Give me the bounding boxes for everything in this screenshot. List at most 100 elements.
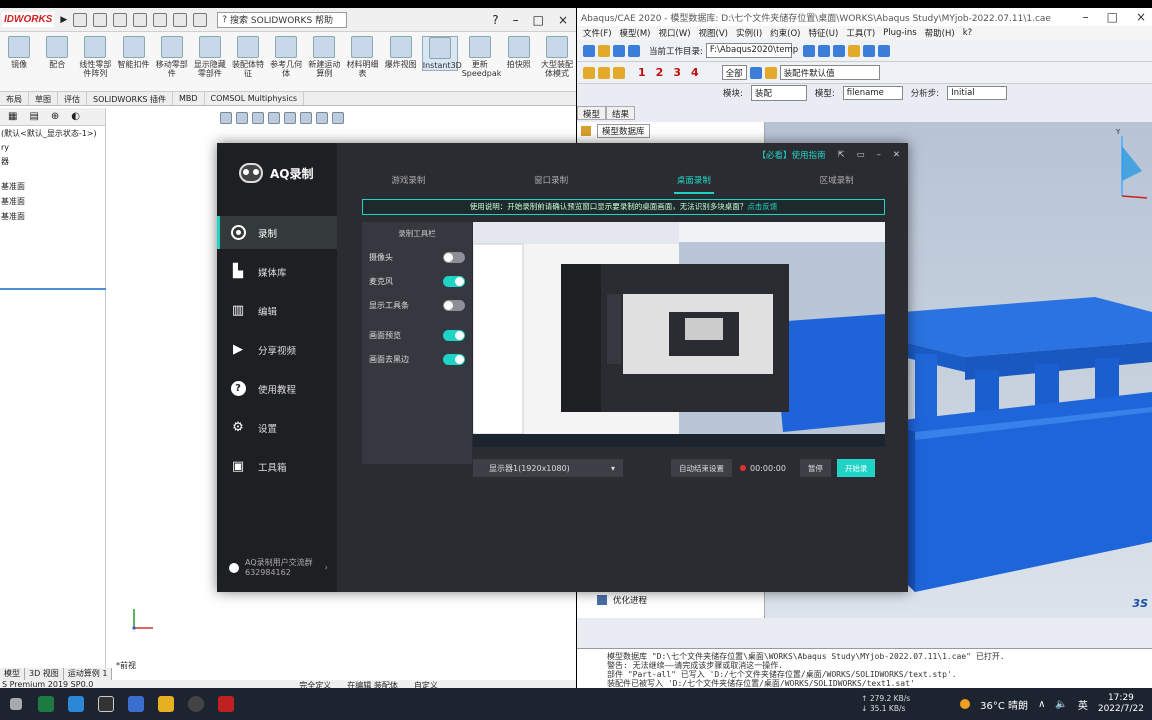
partition-icon[interactable] <box>598 66 610 79</box>
option-toggle[interactable] <box>443 299 465 311</box>
bottom-tab[interactable]: 运动算例 1 <box>63 668 113 680</box>
tab-recording-mode[interactable]: 窗口录制 <box>480 168 623 202</box>
tree-root[interactable]: 模型数据库 <box>577 122 764 140</box>
command-button[interactable]: Instant3D <box>421 36 462 71</box>
select-icon[interactable] <box>173 12 188 27</box>
app-icon[interactable] <box>122 690 150 718</box>
minimize-button[interactable]: – <box>513 13 519 27</box>
render-icon[interactable] <box>847 44 860 57</box>
feedback-icon[interactable]: ▭ <box>857 150 865 160</box>
nav-item-settings[interactable]: ⚙ 设置 <box>217 411 337 444</box>
monitor-select[interactable]: 显示器1(1920x1080) ▾ <box>473 459 623 477</box>
command-button[interactable]: 装配体特征 <box>231 36 265 78</box>
command-tab[interactable]: COMSOL Multiphysics <box>205 92 305 105</box>
aq-record-icon[interactable] <box>182 690 210 718</box>
tab-recording-mode[interactable]: 游戏录制 <box>337 168 480 202</box>
command-button[interactable]: 更新Speedpak <box>462 36 501 78</box>
tree-item[interactable]: 基准面 <box>0 194 105 209</box>
config-manager-icon[interactable]: ⊕ <box>51 111 59 122</box>
tree-item[interactable]: 优化进程 <box>593 592 651 608</box>
tree-item[interactable]: ry <box>0 141 105 154</box>
bottom-tab[interactable]: 3D 视图 <box>25 668 64 680</box>
clock[interactable]: 17:29 2022/7/22 <box>1098 693 1144 715</box>
options-icon[interactable] <box>193 12 208 27</box>
nav-item-share-video[interactable]: ▶ 分享视频 <box>217 333 337 366</box>
pause-button[interactable]: 暂停 <box>799 459 831 477</box>
weather-text[interactable]: 36°C 晴朗 <box>980 697 1028 712</box>
command-tab[interactable]: SOLIDWORKS 插件 <box>87 92 173 105</box>
menu-item[interactable]: 视口(W) <box>659 27 691 39</box>
maximize-button[interactable]: □ <box>533 13 544 27</box>
open-file-icon[interactable] <box>113 12 128 27</box>
close-button[interactable]: × <box>558 13 568 27</box>
assembly-default-select[interactable]: 装配件默认值 <box>779 65 880 80</box>
minimize-button[interactable]: – <box>877 150 881 160</box>
start-record-button[interactable]: 开始录 <box>836 459 876 477</box>
property-manager-icon[interactable]: ▤ <box>29 111 38 122</box>
viewport-number[interactable]: 2 <box>656 66 664 79</box>
command-button[interactable]: 拍快照 <box>502 36 536 69</box>
excel-icon[interactable] <box>32 690 60 718</box>
share-icon[interactable]: ⇱ <box>837 150 844 160</box>
menu-item[interactable]: Plug-ins <box>883 28 917 38</box>
command-button[interactable]: 智能扣件 <box>116 36 150 69</box>
help-question-icon[interactable]: ? <box>492 13 498 27</box>
nav-item-help[interactable]: ? 使用教程 <box>217 372 337 405</box>
maximize-button[interactable]: □ <box>1107 10 1118 24</box>
menu-item[interactable]: 实例(I) <box>736 27 762 39</box>
save-icon[interactable] <box>613 44 625 57</box>
user-group[interactable]: AQ录制用户交流群 632984162 › <box>217 558 337 578</box>
new-file-icon[interactable] <box>93 12 108 27</box>
tree-item[interactable]: 器 <box>0 154 105 169</box>
command-button[interactable]: 镜像 <box>2 36 36 69</box>
option-toggle[interactable] <box>443 251 465 263</box>
menu-item[interactable]: 文件(F) <box>583 27 612 39</box>
tree-item[interactable]: 基准面 <box>0 179 105 194</box>
help-search-input[interactable]: ? 搜索 SOLIDWORKS 帮助 <box>217 11 348 28</box>
viewport-number[interactable]: 3 <box>673 66 681 79</box>
command-button[interactable]: 线性零部件阵列 <box>78 36 112 78</box>
menu-item[interactable]: 视图(V) <box>699 27 728 39</box>
step-select[interactable]: Initial <box>947 86 1008 100</box>
command-button[interactable]: 新建运动算例 <box>307 36 341 78</box>
partition-icon[interactable] <box>583 66 595 79</box>
viewport-number[interactable]: 1 <box>638 66 646 79</box>
volume-icon[interactable]: 🔈 <box>1055 699 1067 710</box>
save-icon[interactable] <box>133 12 148 27</box>
view-icon[interactable] <box>832 44 845 57</box>
workdir-field[interactable]: F:\Abaqus2020\temp <box>705 43 798 58</box>
print-icon[interactable] <box>153 12 168 27</box>
previous-view-icon[interactable] <box>252 112 264 124</box>
command-tab[interactable]: 布局 <box>0 92 29 105</box>
expand-arrow-icon[interactable]: ▶ <box>60 15 67 25</box>
zoom-fit-icon[interactable] <box>220 112 232 124</box>
section-view-icon[interactable] <box>268 112 280 124</box>
nav-item-toolbox[interactable]: ▣ 工具箱 <box>217 450 337 483</box>
command-tab[interactable]: 草图 <box>29 92 58 105</box>
command-button[interactable]: 大型装配体模式 <box>540 36 574 78</box>
zoom-area-icon[interactable] <box>236 112 248 124</box>
command-tab[interactable]: 评估 <box>58 92 87 105</box>
text-icon[interactable] <box>877 44 890 57</box>
model-select[interactable]: filename <box>842 86 903 100</box>
file-explorer-icon[interactable] <box>152 690 180 718</box>
appearance-icon[interactable] <box>332 112 344 124</box>
close-button[interactable]: ✕ <box>893 150 900 160</box>
auto-stop-button[interactable]: 自动结束设置 <box>671 459 732 477</box>
nav-item-record[interactable]: 录制 <box>217 216 337 249</box>
menu-item[interactable]: 约束(O) <box>770 27 800 39</box>
tab-results[interactable]: 结果 <box>606 106 636 120</box>
view-icon[interactable] <box>802 44 815 57</box>
command-button[interactable]: 配合 <box>40 36 74 69</box>
hide-show-icon[interactable] <box>316 112 328 124</box>
command-button[interactable]: 移动零部件 <box>155 36 189 78</box>
tree-item[interactable]: (默认<默认_显示状态-1>) <box>0 126 105 141</box>
nav-item-media-library[interactable]: ▙ 媒体库 <box>217 255 337 288</box>
tab-model[interactable]: 模型 <box>577 106 607 120</box>
display-style-icon[interactable] <box>300 112 312 124</box>
ime-indicator[interactable]: 英 <box>1078 697 1088 712</box>
home-icon[interactable] <box>73 12 88 27</box>
tab-recording-mode[interactable]: 区域录制 <box>765 168 908 202</box>
option-toggle[interactable] <box>443 329 465 341</box>
menu-item[interactable]: 模型(M) <box>620 27 651 39</box>
